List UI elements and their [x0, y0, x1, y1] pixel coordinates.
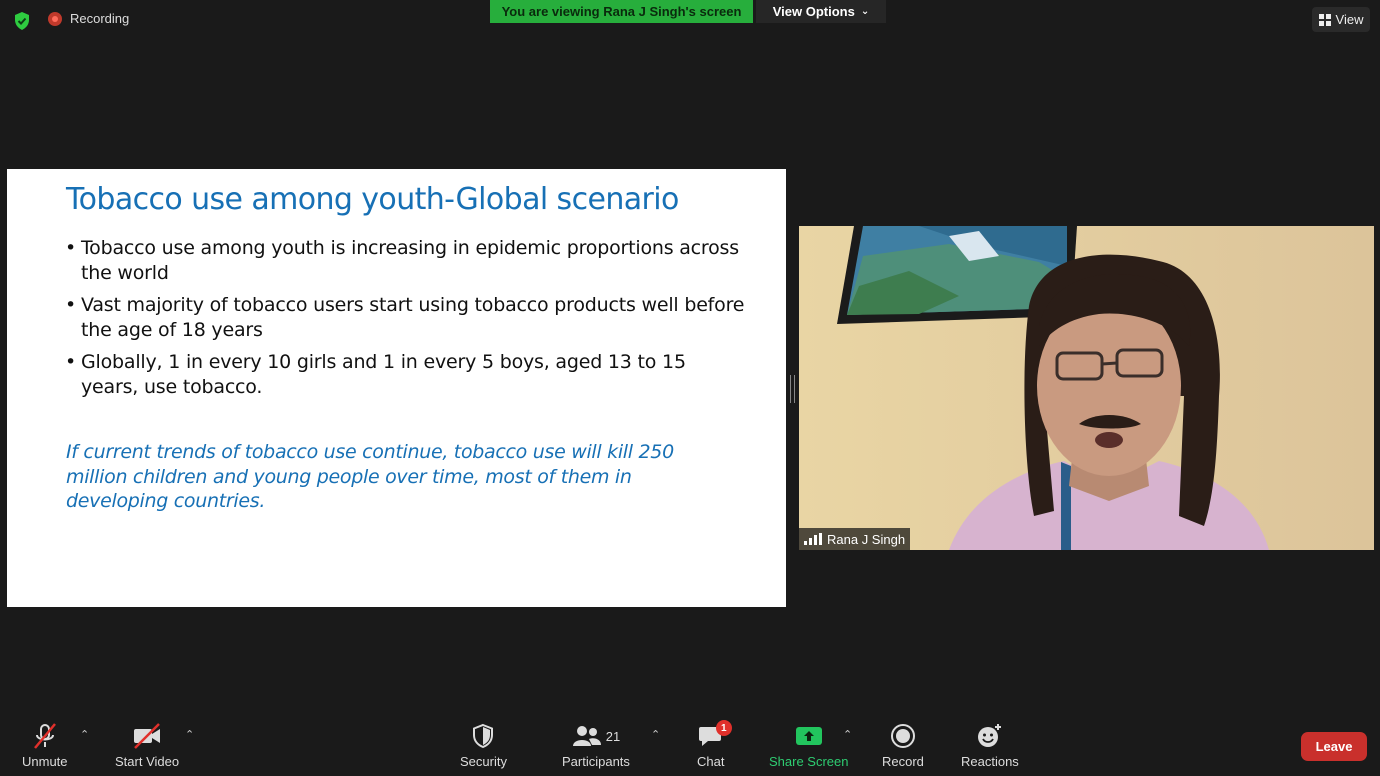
viewing-banner: You are viewing Rana J Singh's screen — [490, 0, 753, 23]
view-label: View — [1335, 12, 1364, 27]
record-icon — [890, 722, 916, 750]
microphone-muted-icon — [31, 722, 59, 750]
share-screen-icon — [795, 722, 823, 750]
participants-count: 21 — [605, 728, 621, 744]
start-video-label: Start Video — [115, 754, 180, 769]
slide-quote: If current trends of tobacco use continu… — [66, 441, 674, 512]
share-screen-button[interactable]: Share Screen — [769, 722, 849, 769]
participants-options-caret-icon[interactable]: ⌃ — [651, 728, 660, 741]
view-options-button[interactable]: View Options ⌄ — [756, 0, 886, 23]
reactions-button[interactable]: Reactions — [961, 722, 1019, 769]
slide-title: Tobacco use among youth-Global scenario — [66, 182, 679, 217]
reactions-label: Reactions — [961, 754, 1019, 769]
view-button[interactable]: View — [1312, 7, 1370, 32]
recording-label: Recording — [70, 11, 130, 26]
unmute-button[interactable]: Unmute — [22, 722, 68, 769]
participants-button[interactable]: 21 Participants — [562, 722, 630, 769]
chat-label: Chat — [697, 754, 725, 769]
participants-icon — [572, 726, 601, 746]
security-shield-icon[interactable] — [12, 11, 32, 31]
video-options-caret-icon[interactable]: ⌃ — [185, 728, 194, 741]
slide-bullet: Vast majority of tobacco users start usi… — [65, 293, 745, 342]
record-label: Record — [882, 754, 924, 769]
slide-bullet: Tobacco use among youth is increasing in… — [65, 236, 745, 285]
signal-strength-icon — [804, 533, 822, 545]
chevron-down-icon: ⌄ — [860, 6, 870, 17]
slide-bullet: Globally, 1 in every 10 girls and 1 in e… — [65, 350, 745, 399]
leave-button[interactable]: Leave — [1301, 732, 1367, 761]
participant-name-tag: Rana J Singh — [799, 528, 911, 550]
chat-button[interactable]: 1 Chat — [697, 720, 732, 769]
start-video-button[interactable]: Start Video — [115, 722, 179, 769]
share-options-caret-icon[interactable]: ⌃ — [843, 728, 852, 741]
participant-name: Rana J Singh — [827, 531, 906, 547]
reactions-icon — [976, 722, 1004, 750]
security-label: Security — [460, 754, 507, 769]
participant-video[interactable]: Rana J Singh — [799, 226, 1374, 550]
participants-label: Participants — [562, 754, 630, 769]
record-button[interactable]: Record — [882, 722, 924, 769]
view-options-label: View Options — [772, 4, 855, 19]
panel-resize-handle[interactable] — [790, 375, 795, 403]
recording-icon — [48, 11, 62, 26]
video-frame — [799, 226, 1374, 550]
video-off-icon — [132, 722, 162, 750]
grid-view-icon — [1318, 13, 1331, 26]
unmute-label: Unmute — [22, 754, 68, 769]
chat-bubble-icon: 1 — [698, 720, 732, 750]
shield-icon — [471, 722, 495, 750]
security-button[interactable]: Security — [460, 722, 507, 769]
chat-badge: 1 — [715, 720, 732, 736]
shared-screen: Tobacco use among youth-Global scenario … — [7, 169, 786, 607]
audio-options-caret-icon[interactable]: ⌃ — [80, 728, 89, 741]
share-screen-label: Share Screen — [769, 754, 849, 769]
recording-indicator[interactable]: Recording — [48, 11, 129, 26]
slide-bullet-list: Tobacco use among youth is increasing in… — [65, 236, 745, 407]
